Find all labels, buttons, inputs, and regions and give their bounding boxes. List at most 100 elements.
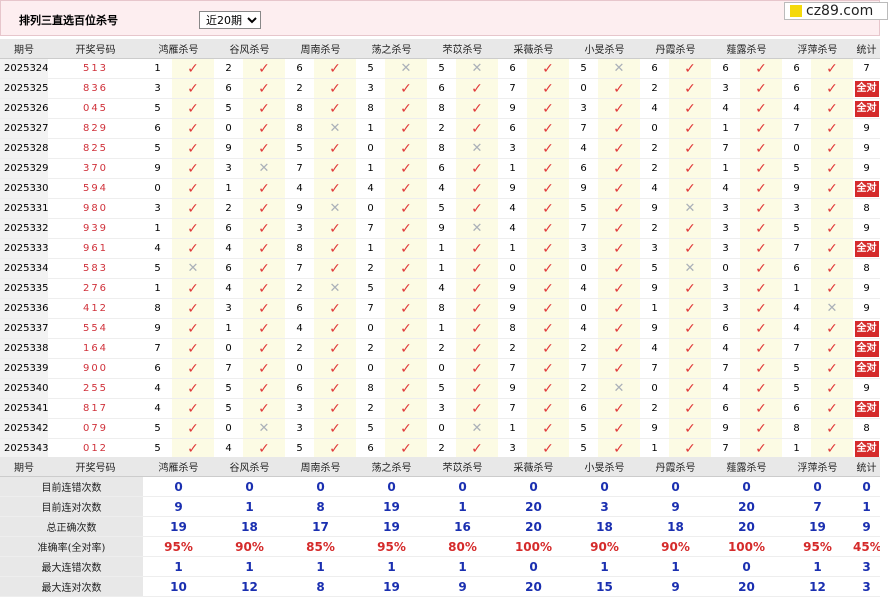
kill-number-cell: 0 [569,258,598,279]
check-icon: ✓ [471,280,483,297]
result-mark-cell: ✓ [456,358,498,379]
result-mark-cell: ✓ [385,318,427,339]
stats-row: 最大连错次数 1 1 1 1 1 0 1 1 0 1 3 [0,556,880,577]
result-mark-cell: ✓ [456,298,498,319]
cross-icon: ✕ [471,221,483,236]
table-row: 2025325 836 3 ✓ 6 ✓ 2 ✓ 3 ✓ 6 ✓ 7 ✓ 0 ✓ 2 ✓ 3 ✓ 6 ✓ 全对 [0,78,880,99]
kill-number-cell: 0 [427,418,456,439]
stats-value: 0 [711,556,782,577]
check-icon: ✓ [755,140,767,157]
check-icon: ✓ [258,280,270,297]
result-mark-cell: ✓ [811,178,853,199]
result-mark-cell: ✓ [456,438,498,459]
kill-number-cell: 3 [640,238,669,259]
result-mark-cell: ✓ [385,138,427,159]
kill-number-cell: 1 [356,158,385,179]
check-icon: ✓ [755,80,767,97]
cross-icon: ✕ [684,261,696,276]
kill-number-cell: 1 [427,318,456,339]
result-mark-cell: ✓ [385,98,427,119]
kill-number-cell: 3 [143,198,172,219]
check-icon: ✓ [684,380,696,397]
stats-value: 1 [427,496,498,517]
result-mark-cell: ✓ [811,418,853,439]
result-mark-cell: ✓ [669,178,711,199]
check-icon: ✓ [258,400,270,417]
draw-number-cell: 900 [48,358,143,379]
result-mark-cell: ✓ [740,178,782,199]
check-icon: ✓ [826,160,838,177]
check-icon: ✓ [755,300,767,317]
check-icon: ✓ [258,260,270,277]
result-mark-cell: ✓ [172,98,214,119]
result-mark-cell: ✓ [669,438,711,459]
draw-number-cell: 012 [48,438,143,459]
check-icon: ✓ [755,160,767,177]
check-icon: ✓ [187,60,199,77]
cross-icon: ✕ [258,161,270,176]
stat-count-cell: 9 [853,218,880,239]
check-icon: ✓ [684,420,696,437]
period-cell: 2025338 [0,338,48,359]
check-icon: ✓ [755,320,767,337]
site-logo[interactable]: cz89.com [784,2,888,20]
check-icon: ✓ [187,220,199,237]
result-mark-cell: ✓ [385,378,427,399]
period-range-select[interactable]: 近20期 [199,11,261,29]
stats-row: 最大连对次数 10 12 8 19 9 20 15 9 20 12 3 [0,576,880,597]
kill-number-cell: 2 [569,338,598,359]
result-mark-cell: ✓ [598,218,640,239]
check-icon: ✓ [258,320,270,337]
result-mark-cell: ✓ [527,418,569,439]
check-icon: ✓ [542,160,554,177]
check-icon: ✓ [684,100,696,117]
kill-number-cell: 0 [214,338,243,359]
result-mark-cell: ✓ [172,378,214,399]
result-mark-cell: ✓ [669,138,711,159]
kill-number-cell: 3 [711,278,740,299]
check-icon: ✓ [471,80,483,97]
result-mark-cell: ✓ [385,418,427,439]
kill-number-cell: 7 [498,358,527,379]
column-header: 开奖号码 [48,457,143,477]
check-icon: ✓ [542,300,554,317]
kill-number-cell: 6 [782,398,811,419]
kill-number-cell: 5 [569,58,598,79]
kill-number-cell: 5 [285,138,314,159]
kill-number-cell: 1 [356,118,385,139]
result-mark-cell: ✓ [740,138,782,159]
kill-number-cell: 0 [285,358,314,379]
check-icon: ✓ [329,100,341,117]
stats-value: 0 [285,476,356,497]
result-mark-cell: ✓ [243,238,285,259]
result-mark-cell: ✓ [172,398,214,419]
kill-number-cell: 3 [782,198,811,219]
result-mark-cell: ✓ [811,98,853,119]
check-icon: ✓ [329,160,341,177]
result-mark-cell: ✓ [172,218,214,239]
result-mark-cell: ✓ [314,258,356,279]
correct-count: 9 [863,163,870,174]
result-mark-cell: ✓ [243,358,285,379]
period-cell: 2025330 [0,178,48,199]
result-mark-cell: ✓ [243,118,285,139]
draw-number-cell: 554 [48,318,143,339]
correct-count: 9 [863,123,870,134]
result-mark-cell: ✕ [243,158,285,179]
check-icon: ✓ [471,160,483,177]
result-mark-cell: ✓ [740,378,782,399]
draw-number-cell: 370 [48,158,143,179]
check-icon: ✓ [400,200,412,217]
check-icon: ✓ [400,320,412,337]
column-header: 周南杀号 [285,457,356,477]
check-icon: ✓ [329,80,341,97]
result-mark-cell: ✓ [314,58,356,79]
table-row: 2025326 045 5 ✓ 5 ✓ 8 ✓ 8 ✓ 8 ✓ 9 ✓ 3 ✓ 4 ✓ 4 ✓ 4 ✓ 全对 [0,98,880,119]
kill-number-cell: 9 [640,198,669,219]
result-mark-cell: ✓ [243,58,285,79]
check-icon: ✓ [542,400,554,417]
check-icon: ✓ [826,380,838,397]
result-mark-cell: ✓ [314,438,356,459]
draw-number-cell: 513 [48,58,143,79]
check-icon: ✓ [613,240,625,257]
